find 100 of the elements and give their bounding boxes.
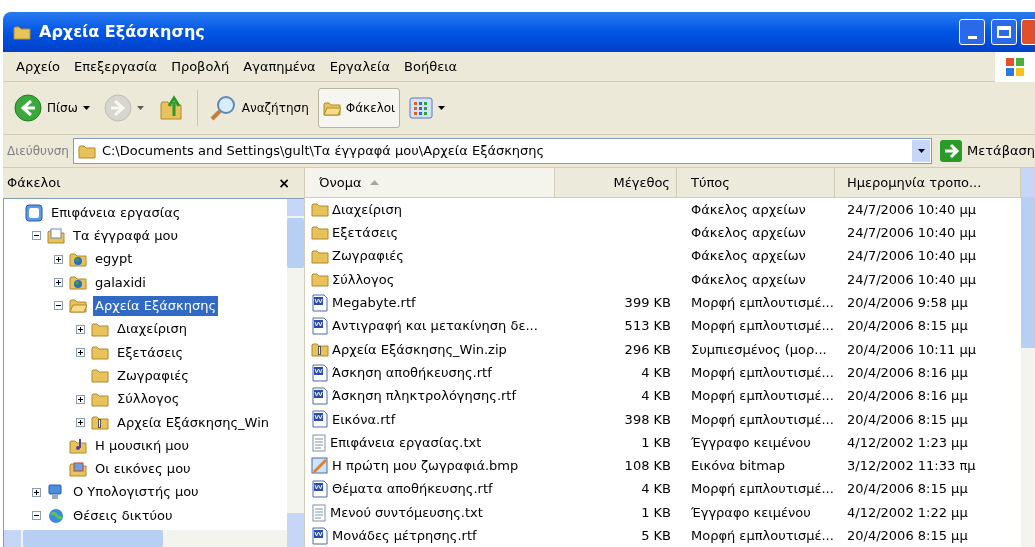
tree-item[interactable]: Διαχείριση — [115, 319, 189, 339]
folders-button[interactable]: Φάκελοι — [317, 88, 401, 128]
folder-with-note-icon — [69, 437, 87, 454]
file-name[interactable]: Διαχείριση — [332, 199, 402, 220]
collapse-minus-icon[interactable] — [54, 301, 63, 311]
close-button[interactable] — [1021, 19, 1035, 45]
folder-icon — [91, 344, 109, 360]
tree-item[interactable]: Τα έγγραφά μου — [71, 226, 180, 246]
file-type: Εικόνα bitmap — [691, 458, 786, 474]
file-name[interactable]: Ζωγραφιές — [332, 246, 404, 266]
file-type: Έγγραφο κειμένου — [691, 504, 811, 520]
expand-plus-icon[interactable] — [76, 394, 85, 404]
address-field[interactable]: C:\Documents and Settings\gult\Τα έγγραφά μου\Αρχεία Εξάσκησης — [72, 138, 932, 164]
file-type: Φάκελος αρχείων — [691, 201, 806, 217]
tree-item[interactable]: galaxidi — [93, 272, 148, 293]
file-type: Μορφή εμπλουτισμέ... — [691, 318, 834, 334]
menu-item[interactable]: Αγαπημένα — [236, 56, 323, 77]
file-date: 20/4/2006 8:15 μμ — [847, 481, 968, 497]
go-button[interactable]: Μετάβαση — [936, 140, 1035, 162]
maximize-button[interactable] — [991, 19, 1017, 45]
file-date: 4/12/2002 1:22 μμ — [847, 504, 968, 520]
file-size: 4 KB — [641, 387, 671, 406]
caret-icon — [438, 106, 446, 110]
file-size: 5 KB — [641, 527, 671, 546]
file-size: 513 KB — [624, 317, 671, 336]
expand-plus-icon[interactable] — [76, 347, 85, 357]
tree-item[interactable]: Οι εικόνες μου — [93, 459, 193, 479]
collapse-minus-icon[interactable] — [32, 511, 41, 520]
file-date: 20/4/2006 8:15 μμ — [847, 411, 968, 427]
tree-item[interactable]: egypt — [93, 249, 135, 269]
tree-item[interactable]: Αρχεία Εξάσκησης — [93, 296, 219, 316]
list-scrollbar[interactable] — [1021, 198, 1035, 547]
address-label: Διεύθυνση — [7, 143, 69, 160]
document-w-icon — [311, 317, 329, 336]
views-grid-icon — [409, 97, 434, 119]
file-type: Μορφή εμπλουτισμέ... — [691, 364, 834, 380]
tree-item[interactable]: Θέσεις δικτύου — [71, 505, 175, 526]
menu-item[interactable]: Προβολή — [164, 56, 237, 77]
column-header[interactable]: Όνομα — [305, 168, 555, 197]
tree-item[interactable]: Αρχεία Εξάσκησης_Win — [115, 412, 271, 433]
folder-icon — [91, 391, 109, 407]
tree-item[interactable]: Σύλλογος — [115, 389, 182, 409]
menu-item[interactable]: Εργαλεία — [322, 56, 398, 77]
paint-picture-icon — [311, 456, 329, 475]
expand-plus-icon[interactable] — [54, 278, 63, 288]
file-name[interactable]: Αρχεία Εξάσκησης_Win.zip — [332, 339, 507, 360]
file-name[interactable]: Άσκηση πληκτρολόγησης.rtf — [332, 386, 517, 406]
dropdown-button[interactable] — [912, 140, 930, 162]
file-name[interactable]: Η πρώτη μου ζωγραφιά.bmp — [332, 456, 519, 476]
file-name[interactable]: Σύλλογος — [332, 269, 395, 290]
file-date: 24/7/2006 10:40 μμ — [847, 201, 976, 217]
file-name[interactable]: Μενού συντόμευσης.txt — [330, 502, 483, 523]
file-date: 20/4/2006 8:16 μμ — [847, 364, 968, 380]
expand-plus-icon[interactable] — [32, 487, 41, 497]
back-button[interactable]: Πίσω — [9, 88, 95, 128]
expand-plus-icon[interactable] — [76, 417, 85, 427]
menu-item[interactable]: Βοήθεια — [397, 56, 465, 77]
text-file-icon — [311, 503, 327, 522]
menu-item[interactable]: Επεξεργασία — [67, 56, 165, 77]
column-header[interactable]: Τύπος — [677, 168, 835, 197]
folders-icon — [322, 100, 341, 116]
file-name[interactable]: Μονάδες μέτρησης.rtf — [332, 526, 477, 546]
file-name[interactable]: Άσκηση αποθήκευσης.rtf — [332, 362, 492, 383]
document-w-icon — [311, 363, 329, 382]
minimize-button[interactable] — [959, 19, 985, 45]
file-size: 399 KB — [624, 294, 671, 313]
file-type: Φάκελος αρχείων — [691, 248, 806, 264]
folder-icon — [91, 321, 109, 337]
file-type: Μορφή εμπλουτισμέ... — [691, 411, 834, 427]
file-size: 398 KB — [624, 410, 671, 429]
file-name[interactable]: Megabyte.rtf — [332, 293, 416, 313]
collapse-minus-icon[interactable] — [32, 231, 41, 241]
caret-icon — [136, 106, 144, 110]
tree-item[interactable]: Επιφάνεια εργασίας — [49, 202, 183, 223]
file-name[interactable]: Αντιγραφή και μετακίνηση δε... — [332, 316, 538, 336]
globe-icon — [47, 507, 65, 524]
expand-plus-icon[interactable] — [76, 324, 85, 334]
tree-item[interactable]: Ζωγραφιές — [115, 365, 191, 386]
tree-item[interactable]: Εξετάσεις — [115, 342, 186, 363]
column-header[interactable]: Μέγεθος — [555, 168, 677, 197]
search-icon — [208, 94, 237, 122]
folder-icon — [311, 202, 329, 218]
file-date: 20/4/2006 8:16 μμ — [847, 388, 968, 404]
menu-item[interactable]: Αρχείο — [9, 56, 68, 77]
folder-icon — [311, 225, 329, 241]
folder-icon — [77, 143, 96, 159]
expand-plus-icon[interactable] — [54, 254, 63, 264]
search-button[interactable]: Αναζήτηση — [203, 88, 314, 128]
computer-icon — [47, 483, 65, 502]
file-name[interactable]: Εξετάσεις — [332, 223, 399, 243]
file-name[interactable]: Εικόνα.rtf — [332, 409, 396, 430]
tree-item[interactable]: Η μουσική μου — [93, 435, 192, 456]
close-pane-button[interactable]: × — [278, 172, 290, 194]
open-folder-icon — [69, 298, 87, 314]
file-name[interactable]: Επιφάνεια εργασίας.txt — [330, 432, 482, 453]
tree-item[interactable]: Ο Υπολογιστής μου — [71, 482, 201, 502]
file-date: 20/4/2006 8:15 μμ — [847, 528, 968, 544]
vertical-scrollbar[interactable] — [287, 199, 304, 530]
file-name[interactable]: Θέματα αποθήκευσης.rtf — [332, 479, 493, 499]
horizontal-scrollbar[interactable] — [4, 530, 304, 547]
